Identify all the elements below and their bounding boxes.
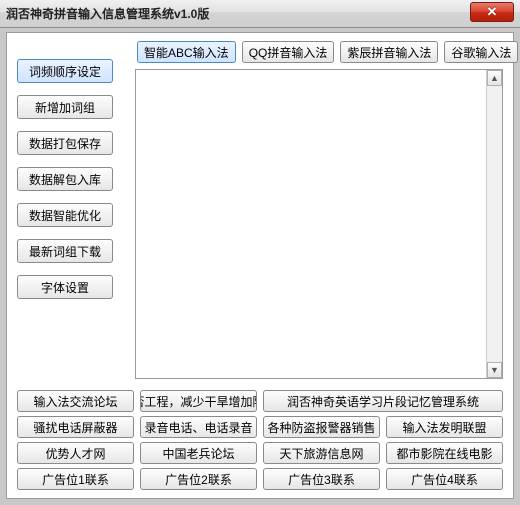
link-english-learning[interactable]: 润否神奇英语学习片段记忆管理系统 xyxy=(263,390,503,412)
sidebar-btn-pack-save[interactable]: 数据打包保存 xyxy=(17,131,113,155)
main-textarea[interactable]: ▲ ▼ xyxy=(135,69,503,379)
client-area: 智能ABC输入法 QQ拼音输入法 紫辰拼音输入法 谷歌输入法 词频顺序设定 新增… xyxy=(6,32,514,499)
link-call-record[interactable]: 录音电话、电话录音 xyxy=(140,416,257,438)
close-button[interactable]: ✕ xyxy=(470,2,514,22)
ime-btn-abc[interactable]: 智能ABC输入法 xyxy=(137,41,236,63)
sidebar-btn-add-phrase[interactable]: 新增加词组 xyxy=(17,95,113,119)
link-veteran-forum[interactable]: 中国老兵论坛 xyxy=(140,442,257,464)
link-ad3[interactable]: 广告位3联系 xyxy=(263,468,380,490)
link-talent-net[interactable]: 优势人才网 xyxy=(17,442,134,464)
link-forum[interactable]: 输入法交流论坛 xyxy=(17,390,134,412)
window-title: 润否神奇拼音输入信息管理系统v1.0版 xyxy=(6,5,209,22)
link-invention-union[interactable]: 输入法发明联盟 xyxy=(386,416,503,438)
link-travel-info[interactable]: 天下旅游信息网 xyxy=(263,442,380,464)
scroll-down-button[interactable]: ▼ xyxy=(487,362,502,378)
bottom-links-grid: 输入法交流论坛 润否工程，减少干旱增加降雨 润否神奇英语学习片段记忆管理系统 骚… xyxy=(17,390,503,490)
close-icon: ✕ xyxy=(487,4,498,20)
link-call-blocker[interactable]: 骚扰电话屏蔽器 xyxy=(17,416,134,438)
sidebar-btn-font[interactable]: 字体设置 xyxy=(17,275,113,299)
link-alarm-sales[interactable]: 各种防盗报警器销售 xyxy=(263,416,380,438)
link-ad4[interactable]: 广告位4联系 xyxy=(386,468,503,490)
ime-btn-zichen[interactable]: 紫辰拼音输入法 xyxy=(340,41,438,63)
sidebar-btn-download[interactable]: 最新词组下载 xyxy=(17,239,113,263)
link-ad1[interactable]: 广告位1联系 xyxy=(17,468,134,490)
scroll-up-button[interactable]: ▲ xyxy=(487,70,502,86)
ime-button-row: 智能ABC输入法 QQ拼音输入法 紫辰拼音输入法 谷歌输入法 xyxy=(137,41,503,63)
sidebar-btn-unpack-load[interactable]: 数据解包入库 xyxy=(17,167,113,191)
app-window: 润否神奇拼音输入信息管理系统v1.0版 ✕ 智能ABC输入法 QQ拼音输入法 紫… xyxy=(0,0,520,505)
link-runfou-project[interactable]: 润否工程，减少干旱增加降雨 xyxy=(140,390,257,412)
ime-btn-google[interactable]: 谷歌输入法 xyxy=(444,41,518,63)
sidebar-btn-word-freq[interactable]: 词频顺序设定 xyxy=(17,59,113,83)
vertical-scrollbar[interactable]: ▲ ▼ xyxy=(486,70,502,378)
ime-btn-qq[interactable]: QQ拼音输入法 xyxy=(242,41,335,63)
link-ad2[interactable]: 广告位2联系 xyxy=(140,468,257,490)
sidebar: 词频顺序设定 新增加词组 数据打包保存 数据解包入库 数据智能优化 最新词组下载… xyxy=(17,59,117,299)
textarea-content[interactable] xyxy=(136,70,486,378)
sidebar-btn-optimize[interactable]: 数据智能优化 xyxy=(17,203,113,227)
link-city-movie[interactable]: 都市影院在线电影 xyxy=(386,442,503,464)
titlebar: 润否神奇拼音输入信息管理系统v1.0版 ✕ xyxy=(0,0,520,28)
scroll-track[interactable] xyxy=(487,86,502,362)
